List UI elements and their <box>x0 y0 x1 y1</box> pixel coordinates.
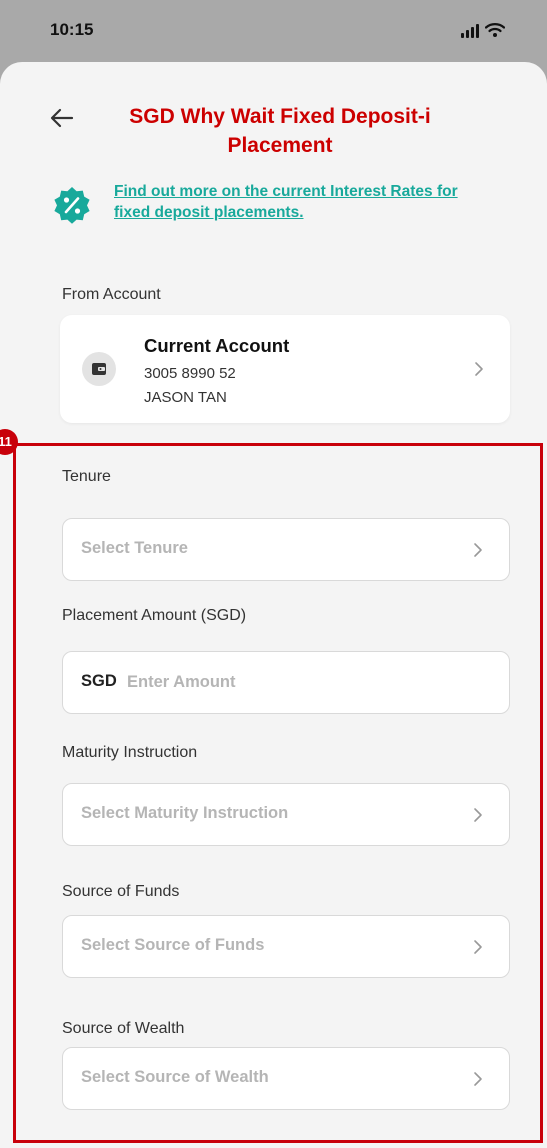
interest-rate-promo: Find out more on the current Interest Ra… <box>52 179 502 229</box>
status-time: 10:15 <box>50 20 94 39</box>
page-title: SGD Why Wait Fixed Deposit-i Placement <box>129 105 431 157</box>
highlight-box <box>13 443 543 1143</box>
from-account-card[interactable]: Current Account 3005 8990 52 JASON TAN <box>60 315 510 423</box>
percent-badge-icon <box>54 187 90 224</box>
status-bar: 10:15 <box>0 0 547 62</box>
account-name: Current Account <box>144 335 290 356</box>
chevron-right-icon <box>475 362 483 376</box>
account-icon-circle <box>82 352 116 386</box>
arrow-left-icon <box>50 108 74 128</box>
from-account-label: From Account <box>62 286 161 303</box>
wifi-icon <box>485 23 505 37</box>
interest-rates-link[interactable]: Find out more on the current Interest Ra… <box>114 181 494 223</box>
status-icons <box>461 20 505 38</box>
account-holder: JASON TAN <box>144 389 227 406</box>
wallet-icon <box>92 363 106 375</box>
account-number: 3005 8990 52 <box>144 365 236 382</box>
back-button[interactable] <box>48 104 76 132</box>
signal-bars-icon <box>461 24 479 38</box>
